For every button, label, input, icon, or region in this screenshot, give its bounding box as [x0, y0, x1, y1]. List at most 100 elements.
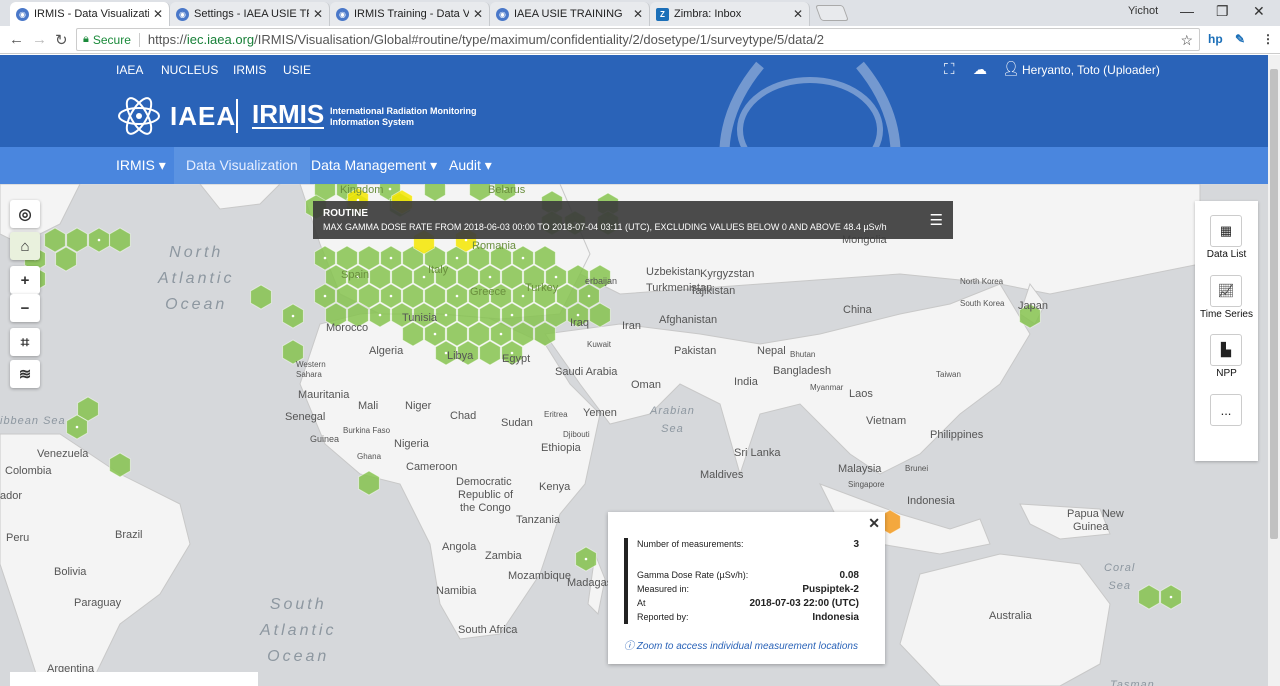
- data-list-button[interactable]: ▦: [1210, 215, 1242, 247]
- hexbin-cell[interactable]: [468, 321, 490, 347]
- more-button[interactable]: ...: [1210, 394, 1242, 426]
- npp-button[interactable]: ▙: [1210, 334, 1242, 366]
- hexbin-cell[interactable]: [109, 227, 131, 253]
- user-name[interactable]: Heryanto, Toto (Uploader): [1022, 63, 1160, 77]
- minimize-icon[interactable]: —: [1180, 3, 1194, 19]
- nav-irmis-dropdown[interactable]: IRMIS ▾: [104, 147, 178, 184]
- home-view-button[interactable]: ⌂: [10, 232, 40, 260]
- nav-data-management-dropdown[interactable]: Data Management ▾: [299, 147, 449, 184]
- hexbin-cell[interactable]: [589, 302, 611, 328]
- data-list-label: Data List: [1206, 249, 1247, 260]
- window-close-icon[interactable]: ✕: [1253, 3, 1265, 20]
- new-tab-button[interactable]: [815, 5, 849, 21]
- hexbin-cell[interactable]: [402, 321, 424, 347]
- close-icon[interactable]: ✕: [473, 7, 483, 21]
- popup-close-icon[interactable]: ✕: [868, 515, 880, 532]
- hexbin-cell[interactable]: [250, 284, 272, 310]
- hexbin-cell[interactable]: [336, 283, 358, 309]
- hexbin-cell[interactable]: [534, 245, 556, 271]
- country-label: South Africa: [458, 624, 518, 636]
- topnav-link-nucleus[interactable]: NUCLEUS: [161, 63, 218, 77]
- hexbin-cell[interactable]: [369, 264, 391, 290]
- hexbin-center-dot: [521, 294, 525, 298]
- hexbin-cell[interactable]: [479, 340, 501, 366]
- layers-button[interactable]: ≋: [10, 360, 40, 388]
- hexbin-cell[interactable]: [358, 283, 380, 309]
- nav-audit-dropdown[interactable]: Audit ▾: [437, 147, 504, 184]
- close-icon[interactable]: ✕: [633, 7, 643, 21]
- hexbin-cell[interactable]: [1138, 584, 1160, 610]
- hexbin-cell[interactable]: [534, 321, 556, 347]
- close-icon[interactable]: ✕: [313, 7, 323, 21]
- hexbin-cell[interactable]: [424, 184, 446, 202]
- hexbin-cell[interactable]: [391, 264, 413, 290]
- country-label: Australia: [989, 610, 1032, 622]
- map-canvas[interactable]: North Atlantic Ocean South Atlantic Ocea…: [0, 184, 1268, 686]
- tab-irmis-training[interactable]: ◉ IRMIS Training - Data Visu ✕: [330, 2, 490, 26]
- popup-row-count: Number of measurements: 3: [637, 539, 859, 550]
- hexbin-cell[interactable]: [109, 452, 131, 478]
- hexbin-cell[interactable]: [55, 246, 77, 272]
- zoom-to-locations-link[interactable]: ⓘ Zoom to access individual measurement …: [624, 637, 858, 652]
- close-icon[interactable]: ✕: [793, 7, 803, 21]
- nav-data-visualization[interactable]: Data Visualization: [174, 147, 310, 184]
- hexbin-cell[interactable]: [512, 321, 534, 347]
- tab-zimbra-inbox[interactable]: Z Zimbra: Inbox ✕: [650, 2, 810, 26]
- bookmark-star-icon[interactable]: ☆: [1180, 32, 1193, 49]
- country-label: Morocco: [326, 322, 369, 334]
- browser-menu-icon[interactable]: ⋮: [1262, 32, 1274, 46]
- url-input[interactable]: 🔒︎ Secure https:// iec.iaea.org /IRMIS/V…: [76, 28, 1200, 51]
- back-arrow-icon[interactable]: ←: [9, 31, 24, 48]
- hp-extension-icon[interactable]: hp: [1208, 32, 1223, 46]
- reload-icon[interactable]: ↻: [55, 31, 68, 49]
- hexbin-cell[interactable]: [358, 470, 380, 496]
- fullscreen-icon[interactable]: ⛶: [944, 61, 955, 78]
- hexbin-cell[interactable]: [358, 245, 380, 271]
- minus-icon: −: [20, 299, 30, 317]
- country-label: Yemen: [583, 407, 617, 419]
- bottom-left-panel: [10, 672, 258, 686]
- hexbin-cell[interactable]: [424, 283, 446, 309]
- forward-arrow-icon[interactable]: →: [32, 31, 47, 48]
- country-label: North Korea: [960, 277, 1004, 286]
- hexbin-cell[interactable]: [545, 302, 567, 328]
- page-scrollbar[interactable]: [1268, 55, 1280, 686]
- scrollbar-thumb[interactable]: [1270, 69, 1278, 539]
- hexbin-cell[interactable]: [66, 227, 88, 253]
- zoom-link-text: Zoom to access individual measurement lo…: [636, 641, 858, 652]
- globe-view-button[interactable]: ◎: [10, 200, 40, 228]
- time-series-button[interactable]: 📈︎: [1210, 275, 1242, 307]
- hamburger-menu-icon[interactable]: ☰: [930, 211, 943, 229]
- crop-select-button[interactable]: ⌗: [10, 328, 40, 356]
- feather-extension-icon[interactable]: ✎: [1235, 32, 1245, 46]
- irmis-logo-text[interactable]: IRMIS: [252, 101, 325, 129]
- hexbin-cell[interactable]: [44, 227, 66, 253]
- tab-iaea-usie-training[interactable]: ◉ IAEA USIE TRAINING ✕: [490, 2, 650, 26]
- hexbin-cell[interactable]: [556, 283, 578, 309]
- tab-irmis-data-visualization[interactable]: ◉ IRMIS - Data Visualizatio ✕: [10, 2, 170, 26]
- tab-settings[interactable]: ◉ Settings - IAEA USIE TRA ✕: [170, 2, 330, 26]
- hexbin-cell[interactable]: [479, 302, 501, 328]
- topnav-link-usie[interactable]: USIE: [283, 63, 311, 77]
- hexbin-cell[interactable]: [336, 245, 358, 271]
- maximize-icon[interactable]: ❐: [1216, 3, 1229, 20]
- zoom-in-button[interactable]: +: [10, 266, 40, 294]
- iaea-icon: ◉: [176, 7, 189, 21]
- country-label: Sahara: [296, 370, 322, 379]
- notification-icon[interactable]: ☁: [973, 61, 987, 78]
- hexbin-cell[interactable]: [402, 283, 424, 309]
- hexbin-cell[interactable]: [523, 302, 545, 328]
- close-icon[interactable]: ✕: [153, 7, 163, 21]
- country-label: Guinea: [310, 434, 340, 444]
- ocean-line: Sea: [661, 423, 684, 435]
- topnav-link-irmis[interactable]: IRMIS: [233, 63, 266, 77]
- hexbin-center-dot: [422, 275, 426, 279]
- zoom-out-button[interactable]: −: [10, 294, 40, 322]
- country-label: Kyrgyzstan: [700, 268, 755, 280]
- tab-title: Zimbra: Inbox: [674, 8, 742, 20]
- hexbin-cell[interactable]: [457, 302, 479, 328]
- measurement-popup: ✕ Number of measurements: 3 Gamma Dose R…: [608, 512, 885, 664]
- address-bar-row: ← → ↻ 🔒︎ Secure https:// iec.iaea.org /I…: [0, 26, 1280, 54]
- hexbin-cell[interactable]: [446, 321, 468, 347]
- topnav-link-iaea[interactable]: IAEA: [116, 63, 143, 77]
